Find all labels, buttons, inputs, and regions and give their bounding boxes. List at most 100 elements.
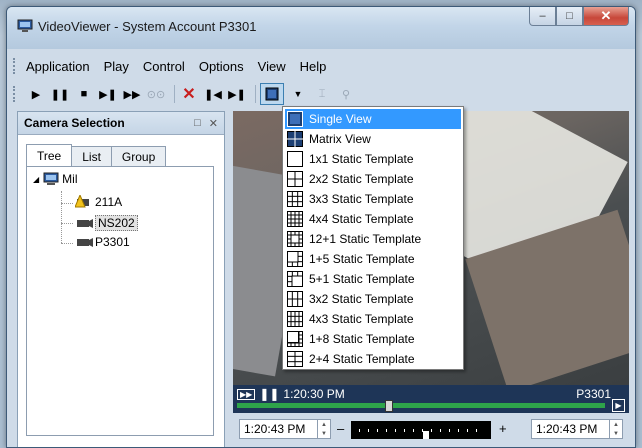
layout-12-1-static-template-icon <box>287 231 303 247</box>
tree-item-ns202[interactable]: NS202 <box>75 215 138 231</box>
menu-options[interactable]: Options <box>199 59 244 74</box>
fast-forward-icon[interactable]: ▶▶ <box>237 388 256 400</box>
panel-title: Camera Selection <box>24 116 125 130</box>
mark-in-icon[interactable]: ❚◀ <box>203 84 223 104</box>
layout-menu-item-12-1-static-template[interactable]: 12+1 Static Template <box>285 229 461 249</box>
timeline-tick <box>476 429 477 432</box>
menu-control[interactable]: Control <box>143 59 185 74</box>
end-marker-icon[interactable]: ▶ <box>612 399 625 412</box>
layout-menu-label: 5+1 Static Template <box>309 272 415 286</box>
timeline-slider[interactable] <box>351 421 491 439</box>
window-title: VideoViewer - System Account P3301 <box>38 19 257 34</box>
pause-icon[interactable]: ❚❚ <box>50 84 70 104</box>
tree-item-211a[interactable]: 211A <box>75 195 122 209</box>
camera-tree: ◢ Mil 211A NS202 P3301 <box>26 166 214 436</box>
spin-down-icon[interactable]: ▼ <box>321 431 327 437</box>
fast-forward-icon[interactable]: ▶▶ <box>122 84 142 104</box>
panel-close-icon[interactable]: ✕ <box>209 117 218 130</box>
layout-menu-item-1-8-static-template[interactable]: 1+8 Static Template <box>285 329 461 349</box>
layout-menu-item-single-view[interactable]: Single View <box>285 109 461 129</box>
tree-item-p3301[interactable]: P3301 <box>75 235 130 249</box>
mark-out-icon[interactable]: ▶❚ <box>227 84 247 104</box>
video-time: 1:20:30 PM <box>283 387 345 401</box>
layout-1-8-static-template-icon <box>287 331 303 347</box>
timeline-tick <box>386 429 387 432</box>
layout-single-view-icon <box>287 111 303 127</box>
layout-menu-item-matrix-view[interactable]: Matrix View <box>285 129 461 149</box>
tree-label: Mil <box>62 172 78 186</box>
title-bar[interactable]: VideoViewer - System Account P3301 – □ ✕ <box>7 7 635 49</box>
layout-4x3-static-template-icon <box>287 311 303 327</box>
spin-up-icon[interactable]: ▲ <box>613 422 619 428</box>
delete-icon[interactable]: ✕ <box>179 84 199 104</box>
layout-menu-item-4x4-static-template[interactable]: 4x4 Static Template <box>285 209 461 229</box>
layout-1x1-static-template-icon <box>287 151 303 167</box>
end-time-spinner[interactable]: 1:20:43 PM ▲ ▼ <box>531 419 623 439</box>
collapse-triangle-icon[interactable]: ◢ <box>33 175 39 184</box>
menu-application[interactable]: Application <box>26 59 90 74</box>
maximize-button[interactable]: □ <box>556 7 583 26</box>
timeline-tick <box>440 429 441 432</box>
zoom-in-button[interactable]: + <box>499 421 507 436</box>
timeline-tick <box>431 429 432 432</box>
layout-dropdown-menu: Single View Matrix View 1x1 Static Templat… <box>282 106 464 370</box>
tab-list[interactable]: List <box>71 146 112 166</box>
layout-3x3-static-template-icon <box>287 191 303 207</box>
layout-menu-label: 4x3 Static Template <box>309 312 414 326</box>
tab-group[interactable]: Group <box>110 146 167 166</box>
layout-menu-item-1x1-static-template[interactable]: 1x1 Static Template <box>285 149 461 169</box>
play-icon[interactable]: ▶ <box>26 84 46 104</box>
menu-help[interactable]: Help <box>300 59 327 74</box>
layout-menu-label: 1+8 Static Template <box>309 332 415 346</box>
binoculars-icon[interactable]: ⊙⊙ <box>146 84 166 104</box>
layout-menu-item-3x2-static-template[interactable]: 3x2 Static Template <box>285 289 461 309</box>
zoom-icon[interactable]: ⚲ <box>336 84 356 104</box>
step-forward-icon[interactable]: ▶❚ <box>98 84 118 104</box>
layout-4x4-static-template-icon <box>287 211 303 227</box>
spin-up-icon[interactable]: ▲ <box>321 422 327 428</box>
layout-menu-item-4x3-static-template[interactable]: 4x3 Static Template <box>285 309 461 329</box>
layout-menu-label: 2x2 Static Template <box>309 172 414 186</box>
layout-matrix-view-icon <box>287 131 303 147</box>
layout-menu-label: 3x3 Static Template <box>309 192 414 206</box>
minimize-button[interactable]: – <box>529 7 556 26</box>
toolbar-grip[interactable] <box>13 86 18 102</box>
menu-bar: Application Play Control Options View He… <box>13 55 629 77</box>
camera-icon <box>77 219 93 228</box>
layout-menu-label: 1x1 Static Template <box>309 152 414 166</box>
menubar-grip[interactable] <box>13 58 18 74</box>
menu-view[interactable]: View <box>258 59 286 74</box>
timeline-tick <box>395 429 396 432</box>
start-time-spinner[interactable]: 1:20:43 PM ▲ ▼ <box>239 419 331 439</box>
layout-menu-item-3x3-static-template[interactable]: 3x3 Static Template <box>285 189 461 209</box>
pause-icon[interactable]: ❚❚ <box>259 387 279 401</box>
playback-progress[interactable] <box>237 403 605 408</box>
stop-icon[interactable]: ■ <box>74 84 94 104</box>
tree-root-mil[interactable]: ◢ Mil <box>33 172 77 186</box>
video-camera-name: P3301 <box>576 387 611 401</box>
layout-menu-item-2-4-static-template[interactable]: 2+4 Static Template <box>285 349 461 369</box>
layout-menu-item-1-5-static-template[interactable]: 1+5 Static Template <box>285 249 461 269</box>
calibrate-icon[interactable]: ⌶ <box>312 84 332 104</box>
chevron-down-icon[interactable]: ▼ <box>288 84 308 104</box>
timeline-tick <box>422 429 423 432</box>
close-button[interactable]: ✕ <box>583 7 629 26</box>
zoom-out-button[interactable]: – <box>337 421 344 436</box>
timeline-tick <box>404 429 405 432</box>
camera-warning-icon <box>75 195 89 208</box>
timeline-tick <box>368 429 369 432</box>
panel-float-icon[interactable]: □ <box>194 117 201 130</box>
timeline-thumb[interactable] <box>423 431 429 439</box>
timeline-tick <box>449 429 450 432</box>
start-time-value: 1:20:43 PM <box>244 422 306 436</box>
layout-1-5-static-template-icon <box>287 251 303 267</box>
menu-play[interactable]: Play <box>104 59 129 74</box>
playback-thumb[interactable] <box>385 400 393 412</box>
layout-menu-label: 4x4 Static Template <box>309 212 414 226</box>
layout-menu-item-5-1-static-template[interactable]: 5+1 Static Template <box>285 269 461 289</box>
tab-tree[interactable]: Tree <box>26 144 73 166</box>
layout-menu-item-2x2-static-template[interactable]: 2x2 Static Template <box>285 169 461 189</box>
spin-down-icon[interactable]: ▼ <box>613 431 619 437</box>
video-status-bar: ▶▶ ❚❚ 1:20:30 PM P3301 ▶ <box>233 385 629 413</box>
layout-view-icon[interactable] <box>260 83 284 105</box>
